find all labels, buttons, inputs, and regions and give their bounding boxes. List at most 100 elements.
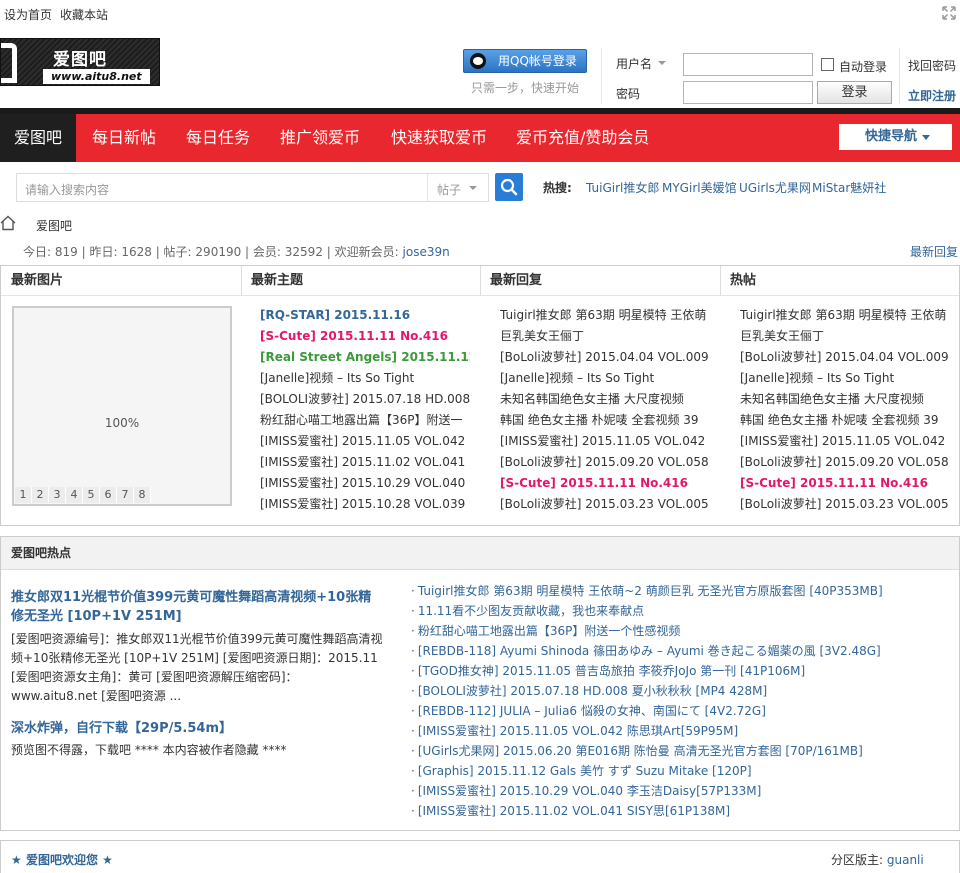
breadcrumb[interactable]: 爱图吧 (36, 217, 72, 234)
list-item[interactable]: [Janelle]视频 – Its So Tight (740, 368, 952, 389)
home-icon[interactable] (0, 215, 16, 231)
hotspot-list-item[interactable]: Tuigirl推女郎 第63期 明星模特 王依萌~2 萌颜巨乳 无圣光官方原版套… (411, 581, 883, 601)
second-feature-description: 预览图不得露，下载吧 **** 本内容被作者隐藏 **** (11, 743, 287, 757)
list-item[interactable]: 巨乳美女王俪丁 (740, 326, 952, 347)
list-item[interactable]: Tuigirl推女郎 第63期 明星模特 王依萌 (740, 305, 952, 326)
feature-title-link[interactable]: 推女郎双11光棍节价值399元黄可魔性舞蹈高清视频+10张精修无圣光 [10P+… (11, 588, 383, 626)
search-input[interactable]: 请输入搜索内容 帖子 (16, 173, 489, 202)
qq-login-tip: 只需一步，快速开始 (471, 81, 580, 95)
list-item[interactable]: 韩国 绝色女主播 朴妮唛 全套视频 39 (740, 410, 952, 431)
list-item[interactable]: Tuigirl推女郎 第63期 明星模特 王依萌 (500, 305, 712, 326)
slideshow-page-button[interactable]: 7 (117, 487, 134, 503)
nav-item-daily-posts[interactable]: 每日新帖 (92, 114, 156, 162)
hotspot-list-item[interactable]: [TGOD推女神] 2015.11.05 普吉岛旅拍 李筱乔JoJo 第一刊 [… (411, 661, 883, 681)
image-slideshow[interactable]: 100% 12345678 (12, 306, 232, 506)
list-item[interactable]: [IMISS爱蜜社] 2015.11.05 VOL.042 (260, 431, 470, 452)
auto-login-label[interactable]: 自动登录 (839, 58, 887, 75)
list-item[interactable]: 未知名韩国绝色女主播 大尺度视频 (740, 389, 952, 410)
stat-members-label: 会员: (252, 245, 281, 259)
search-placeholder: 请输入搜索内容 (25, 183, 110, 197)
hotspot-list-item[interactable]: [IMISS爱蜜社] 2015.10.29 VOL.040 李玉洁Daisy[5… (411, 781, 883, 801)
second-feature-title-link[interactable]: 深水炸弹，自行下载【29P/5.54m】 (11, 717, 232, 736)
list-item[interactable]: 巨乳美女王俪丁 (500, 326, 712, 347)
list-item[interactable]: [Real Street Angels] 2015.11.12 (260, 347, 470, 368)
col-divider (241, 266, 242, 295)
new-member-link[interactable]: jose39n (403, 245, 450, 259)
list-item[interactable]: [BoLoli波萝社] 2015.03.23 VOL.005 (500, 494, 712, 515)
username-input[interactable] (683, 53, 813, 76)
star-icon: ★ (102, 853, 113, 867)
stat-members: 32592 (284, 245, 323, 259)
nav-item-get-coins[interactable]: 快速获取爱币 (391, 114, 487, 162)
list-item[interactable]: [IMISS爱蜜社] 2015.11.02 VOL.041 (260, 452, 470, 473)
hotspot-list-item[interactable]: 粉红甜心喵工地露出篇【36P】附送一个性感视频 (411, 621, 883, 641)
latest-topics-list: [RQ-STAR] 2015.11.16 [S-Cute] 2015.11.11 … (260, 305, 470, 515)
auto-login-checkbox[interactable] (821, 58, 834, 71)
hotspot-list-item[interactable]: [IMISS爱蜜社] 2015.11.05 VOL.042 陈思琪Art[59P… (411, 721, 883, 741)
hotspot-list-item[interactable]: [Graphis] 2015.11.12 Gals 美竹 すず Suzu Mit… (411, 761, 883, 781)
hot-posts-list: Tuigirl推女郎 第63期 明星模特 王依萌 巨乳美女王俪丁 [BoLoli波萝… (740, 305, 952, 515)
slideshow-page-button[interactable]: 8 (134, 487, 151, 503)
search-type-select[interactable]: 帖子 (437, 181, 461, 198)
find-password-link[interactable]: 找回密码 (908, 57, 956, 74)
hotspot-list-item[interactable]: [REBDB-112] JULIA – Julia6 悩殺の女神、南国にて [4… (411, 701, 883, 721)
list-item[interactable]: [S-Cute] 2015.11.11 No.416 (740, 473, 952, 494)
list-item[interactable]: [S-Cute] 2015.11.11 No.416 (500, 473, 712, 494)
username-label[interactable]: 用户名 (616, 55, 652, 72)
list-item[interactable]: 未知名韩国绝色女主播 大尺度视频 (500, 389, 712, 410)
search-type-chevron-down-icon[interactable] (469, 186, 477, 190)
list-item[interactable]: [BoLoli波萝社] 2015.04.04 VOL.009 (740, 347, 952, 368)
hot-keyword[interactable]: MYGirl美媛馆 (662, 179, 737, 196)
list-item[interactable]: [IMISS爱蜜社] 2015.10.28 VOL.039 (260, 494, 470, 515)
col-header-latest-images: 最新图片 (11, 273, 64, 288)
nav-item-recharge[interactable]: 爱币充值/赞助会员 (516, 114, 649, 162)
nav-home[interactable]: 爱图吧 (0, 114, 76, 162)
slideshow-page-button[interactable]: 6 (100, 487, 117, 503)
slideshow-page-button[interactable]: 5 (83, 487, 100, 503)
password-label: 密码 (616, 87, 641, 101)
list-item[interactable]: [IMISS爱蜜社] 2015.10.29 VOL.040 (260, 473, 470, 494)
password-input[interactable] (683, 81, 813, 104)
list-item[interactable]: 粉红甜心喵工地露出篇【36P】附送一 (260, 410, 470, 431)
username-type-chevron-down-icon[interactable] (658, 61, 666, 65)
slideshow-page-button[interactable]: 3 (49, 487, 66, 503)
chevron-down-icon (922, 135, 930, 140)
list-item[interactable]: [BoLoli波萝社] 2015.09.20 VOL.058 (740, 452, 952, 473)
site-logo[interactable]: 爱图吧 www.aitu8.net (0, 38, 160, 86)
register-link[interactable]: 立即注册 (908, 87, 956, 104)
login-button[interactable]: 登录 (817, 81, 892, 104)
hotspot-list-item[interactable]: [UGirls尤果网] 2015.06.20 第E016期 陈怡曼 高清无圣光官… (411, 741, 883, 761)
moderator-link[interactable]: guanli (887, 853, 924, 867)
nav-item-daily-tasks[interactable]: 每日任务 (186, 114, 250, 162)
hotspot-list-item[interactable]: 11.11看不少图友贡献收藏，我也来奉献点 (411, 601, 883, 621)
list-item[interactable]: [S-Cute] 2015.11.11 No.416 (260, 326, 470, 347)
search-button[interactable] (495, 173, 523, 201)
list-item[interactable]: [BoLoli波萝社] 2015.04.04 VOL.009 (500, 347, 712, 368)
hotspot-list-item[interactable]: [IMISS爱蜜社] 2015.11.02 VOL.041 SISY思[61P1… (411, 801, 883, 821)
slideshow-page-button[interactable]: 1 (15, 487, 32, 503)
list-item[interactable]: [IMISS爱蜜社] 2015.11.05 VOL.042 (740, 431, 952, 452)
expand-icon[interactable] (942, 6, 956, 20)
list-item[interactable]: [Janelle]视频 – Its So Tight (500, 368, 712, 389)
qq-login-label: 用QQ帐号登录 (498, 54, 577, 68)
slideshow-page-button[interactable]: 2 (32, 487, 49, 503)
list-item[interactable]: [BoLoli波萝社] 2015.09.20 VOL.058 (500, 452, 712, 473)
qq-login-button[interactable]: 用QQ帐号登录 (463, 49, 587, 73)
bookmark-link[interactable]: 收藏本站 (60, 6, 108, 23)
hot-keyword[interactable]: UGirls尤果网 (739, 179, 811, 196)
hotspot-list-item[interactable]: [REBDB-118] Ayumi Shinoda 篠田あゆみ – Ayumi … (411, 641, 883, 661)
set-home-link[interactable]: 设为首页 (4, 6, 52, 23)
hot-keyword[interactable]: MiStar魅妍社 (812, 179, 886, 196)
list-item[interactable]: [BoLoli波萝社] 2015.03.23 VOL.005 (740, 494, 952, 515)
quick-nav-button[interactable]: 快捷导航 (839, 124, 952, 150)
list-item[interactable]: 韩国 绝色女主播 朴妮唛 全套视频 39 (500, 410, 712, 431)
hotspot-list-item[interactable]: [BOLOLI波萝社] 2015.07.18 HD.008 夏小秋秋秋 [MP4… (411, 681, 883, 701)
list-item[interactable]: [Janelle]视频 – Its So Tight (260, 368, 470, 389)
list-item[interactable]: [IMISS爱蜜社] 2015.11.05 VOL.042 (500, 431, 712, 452)
slideshow-page-button[interactable]: 4 (66, 487, 83, 503)
list-item[interactable]: [RQ-STAR] 2015.11.16 (260, 305, 470, 326)
hot-keyword[interactable]: TuiGirl推女郎 (586, 179, 659, 196)
list-item[interactable]: [BOLOLI波萝社] 2015.07.18 HD.008 (260, 389, 470, 410)
latest-reply-link[interactable]: 最新回复 (910, 243, 958, 260)
nav-item-promote[interactable]: 推广领爱币 (280, 114, 360, 162)
